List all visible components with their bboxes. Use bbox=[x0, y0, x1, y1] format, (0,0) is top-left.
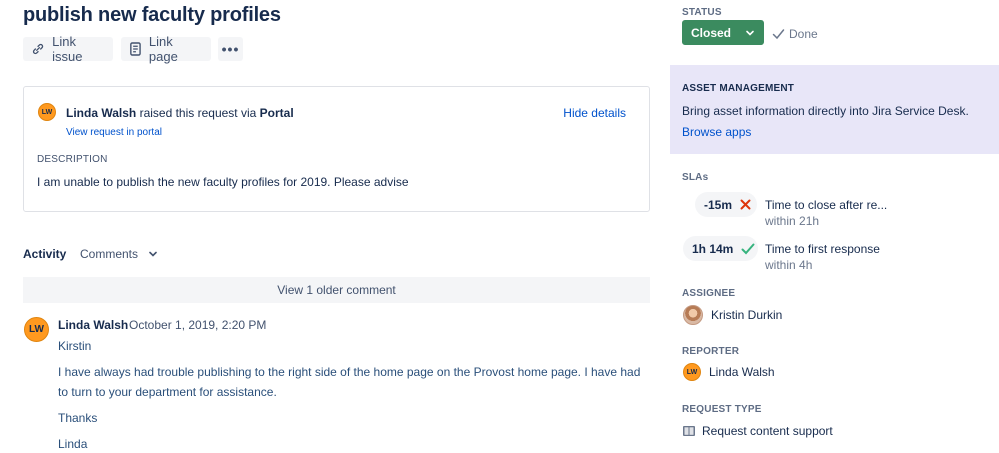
link-page-label: Link page bbox=[148, 34, 178, 64]
status-value: Closed bbox=[691, 25, 732, 40]
page-title: publish new faculty profiles bbox=[23, 4, 281, 26]
link-issue-button[interactable]: Link issue bbox=[23, 34, 113, 64]
hide-details-link[interactable]: Hide details bbox=[563, 106, 626, 120]
reporter-name: Linda Walsh bbox=[709, 365, 775, 379]
sla-badge-met: 1h 14m bbox=[683, 236, 758, 261]
sla-value: -15m bbox=[704, 197, 733, 212]
check-icon bbox=[772, 29, 785, 40]
assignee-name: Kristin Durkin bbox=[711, 308, 783, 322]
avatar: LW bbox=[683, 363, 701, 381]
browse-apps-link[interactable]: Browse apps bbox=[682, 125, 751, 139]
raised-via-text: raised this request via bbox=[136, 106, 260, 120]
sla-title: Time to first response bbox=[765, 242, 880, 256]
status-button[interactable]: Closed bbox=[682, 20, 764, 45]
assignee-field[interactable]: Kristin Durkin bbox=[683, 305, 782, 325]
assignee-label: ASSIGNEE bbox=[682, 288, 736, 299]
sla-title: Time to close after re... bbox=[765, 198, 888, 212]
view-in-portal-link[interactable]: View request in portal bbox=[66, 127, 162, 138]
channel-name: Portal bbox=[259, 106, 294, 120]
more-actions-button[interactable]: ••• bbox=[218, 37, 243, 61]
reporter-name: Linda Walsh bbox=[66, 106, 137, 120]
chevron-down-icon bbox=[746, 30, 754, 36]
slas-label: SLAs bbox=[682, 172, 709, 183]
comment-paragraph: Linda bbox=[58, 437, 88, 451]
avatar bbox=[683, 305, 703, 325]
comment-paragraph: Kirstin bbox=[58, 339, 92, 353]
description-label: DESCRIPTION bbox=[37, 154, 108, 165]
activity-filter-value: Comments bbox=[80, 247, 139, 261]
sla-value: 1h 14m bbox=[692, 241, 734, 256]
page-icon bbox=[130, 42, 141, 56]
sla-target: within 21h bbox=[765, 214, 820, 228]
asset-management-panel: ASSET MANAGEMENT Bring asset information… bbox=[670, 65, 999, 154]
avatar: LW bbox=[24, 317, 49, 342]
reporter-field[interactable]: LW Linda Walsh bbox=[683, 363, 775, 381]
activity-filter-select[interactable]: Comments bbox=[80, 247, 158, 261]
sla-badge-breached: -15m bbox=[695, 192, 757, 217]
resolution-value: Done bbox=[789, 27, 818, 41]
chevron-down-icon bbox=[149, 251, 157, 257]
comment-author[interactable]: Linda Walsh bbox=[58, 318, 128, 332]
view-older-comments-button[interactable]: View 1 older comment bbox=[23, 277, 650, 303]
asset-management-text: Bring asset information directly into Ji… bbox=[682, 104, 969, 118]
check-icon bbox=[741, 243, 755, 254]
cross-icon bbox=[740, 199, 751, 210]
avatar: LW bbox=[38, 103, 56, 121]
book-icon bbox=[683, 426, 695, 436]
request-type-value: Request content support bbox=[702, 424, 833, 438]
request-details-card: LW Linda Walsh raised this request via P… bbox=[23, 86, 650, 212]
link-page-button[interactable]: Link page bbox=[121, 34, 211, 64]
asset-management-title: ASSET MANAGEMENT bbox=[682, 83, 795, 94]
activity-label: Activity bbox=[23, 247, 67, 261]
link-issue-label: Link issue bbox=[52, 34, 83, 64]
request-type-label: REQUEST TYPE bbox=[682, 404, 762, 415]
resolution: Done bbox=[772, 27, 818, 41]
comment-paragraph: I have always had trouble publishing to … bbox=[58, 365, 641, 399]
comment-date[interactable]: October 1, 2019, 2:20 PM bbox=[129, 318, 266, 332]
link-icon bbox=[32, 43, 44, 55]
request-type-field[interactable]: Request content support bbox=[682, 424, 833, 438]
reporter-label: REPORTER bbox=[682, 346, 740, 357]
raised-by-text: Linda Walsh raised this request via Port… bbox=[66, 106, 294, 120]
sla-target: within 4h bbox=[765, 258, 813, 272]
description-text: I am unable to publish the new faculty p… bbox=[37, 175, 409, 189]
comment-paragraph: Thanks bbox=[58, 411, 98, 425]
status-label: STATUS bbox=[682, 7, 722, 18]
